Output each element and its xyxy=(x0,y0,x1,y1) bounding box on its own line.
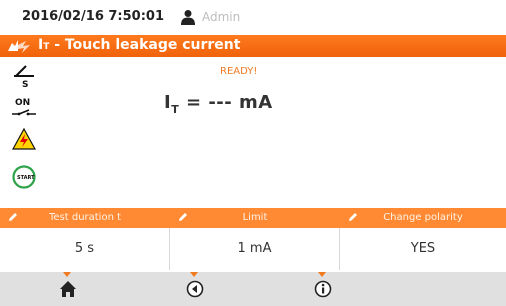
electrode-label: S xyxy=(22,80,28,88)
reading-value: = --- mA xyxy=(179,92,273,113)
param-header: Change polarity xyxy=(340,208,506,228)
touch-leakage-icon xyxy=(8,40,30,53)
home-button[interactable] xyxy=(47,272,87,306)
back-button[interactable] xyxy=(174,272,214,306)
status-bar: 2016/02/16 7:50:01 Admin xyxy=(0,0,506,33)
page-title: IT - Touch leakage current xyxy=(38,37,240,53)
on-switch-icon: ON xyxy=(12,98,36,116)
param-value: 5 s xyxy=(0,228,170,270)
status-text: READY! xyxy=(220,66,258,77)
high-voltage-warning-icon xyxy=(12,128,36,150)
param-header: Limit xyxy=(170,208,340,228)
param-label: Limit xyxy=(242,212,268,223)
switch-label: ON xyxy=(15,98,30,108)
user-name: Admin xyxy=(202,10,241,24)
reading-symbol-sub: T xyxy=(171,103,180,116)
title-text: - Touch leakage current xyxy=(49,37,241,53)
user-icon xyxy=(181,10,195,25)
param-change-polarity[interactable]: Change polarity YES xyxy=(340,208,506,270)
param-label: Change polarity xyxy=(383,212,463,223)
orange-marker xyxy=(190,272,198,277)
parameter-panel: Test duration t 5 s Limit 1 mA Change po… xyxy=(0,208,506,270)
param-limit[interactable]: Limit 1 mA xyxy=(170,208,340,270)
param-header: Test duration t xyxy=(0,208,170,228)
orange-marker xyxy=(63,272,71,277)
param-value: YES xyxy=(410,241,436,256)
pencil-icon xyxy=(179,213,187,221)
home-icon xyxy=(60,281,76,297)
param-test-duration[interactable]: Test duration t 5 s xyxy=(0,208,170,270)
param-label: Test duration t xyxy=(48,212,122,223)
pencil-icon xyxy=(349,213,357,221)
back-icon xyxy=(186,280,204,298)
param-value: 1 mA xyxy=(170,228,340,270)
start-label: START xyxy=(17,175,35,181)
start-icon[interactable]: START xyxy=(12,165,36,189)
orange-marker xyxy=(318,272,326,277)
info-button[interactable] xyxy=(302,272,342,306)
electrode-icon: S xyxy=(14,65,34,88)
measurement-display: IT = --- mA xyxy=(164,92,273,116)
title-bar: IT - Touch leakage current xyxy=(0,35,506,57)
pencil-icon xyxy=(9,213,17,221)
bottom-toolbar xyxy=(0,272,506,306)
datetime: 2016/02/16 7:50:01 xyxy=(22,9,165,24)
info-icon xyxy=(314,280,332,298)
